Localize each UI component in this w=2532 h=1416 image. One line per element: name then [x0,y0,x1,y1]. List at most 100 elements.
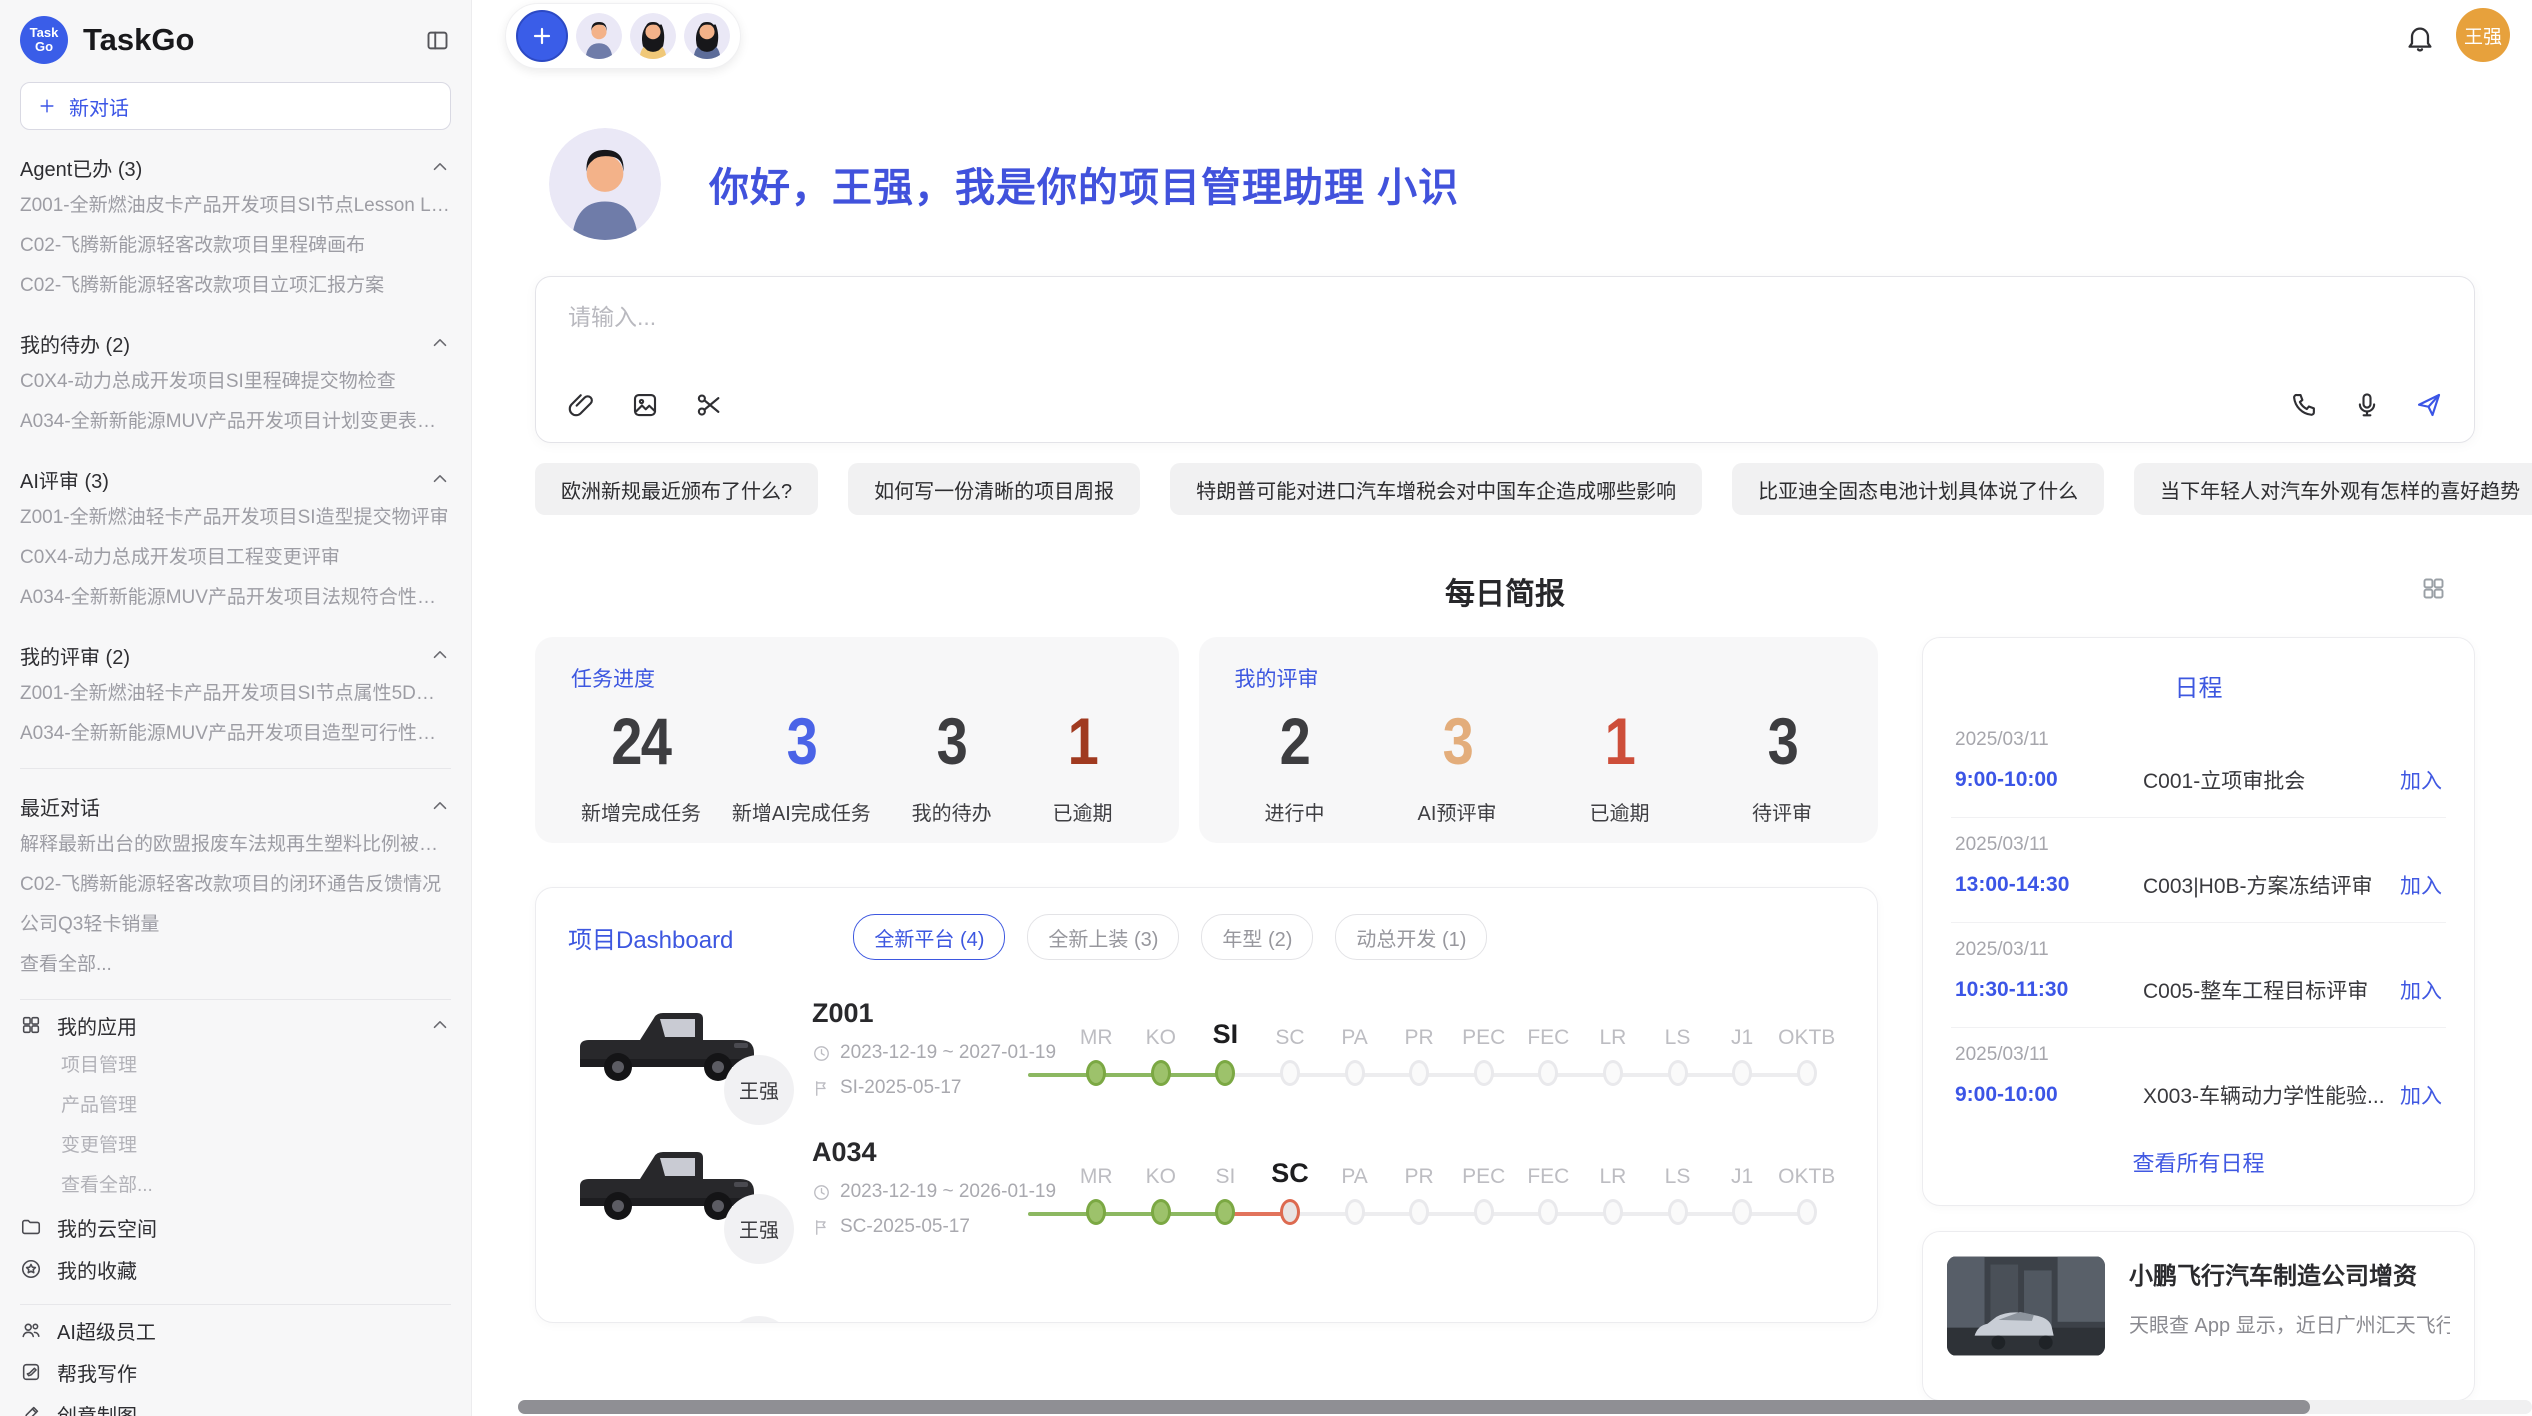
milestone-dot[interactable] [1409,1060,1429,1086]
sidebar-task-item[interactable]: A034-全新新能源MUV产品开发项目法规符合性评审 [20,578,451,618]
recent-conversation-item[interactable]: 公司Q3轻卡销量 [20,905,451,945]
milestone-dot[interactable] [1603,1199,1623,1225]
join-meeting-link[interactable]: 加入 [2400,870,2442,900]
chevron-up-icon[interactable] [429,332,451,354]
project-filter-pill[interactable]: 年型 (2) [1201,914,1313,960]
milestone-dot[interactable] [1215,1199,1235,1225]
session-avatar-2[interactable] [630,13,676,59]
sidebar-item-my-apps[interactable]: 我的应用 [20,1004,451,1046]
sidebar-task-item[interactable]: C02-飞腾新能源轻客改款项目立项汇报方案 [20,266,451,306]
sidebar-task-item[interactable]: C0X4-动力总成开发项目SI里程碑提交物检查 [20,362,451,402]
recent-conversation-item[interactable]: C02-飞腾新能源轻客改款项目的闭环通告反馈情况 [20,865,451,905]
recent-conversation-item[interactable]: 解释最新出台的欧盟报废车法规再生塑料比例被调至15%... [20,825,451,865]
horizontal-scrollbar[interactable] [518,1400,2532,1414]
sidebar-section-header[interactable]: AI评审 (3) [20,460,451,498]
milestone-dot[interactable] [1732,1060,1752,1086]
chevron-up-icon[interactable] [429,468,451,490]
scissors-icon[interactable] [694,390,724,420]
join-meeting-link[interactable]: 加入 [2400,765,2442,795]
sidebar-task-item[interactable]: Z001-全新燃油皮卡产品开发项目SI节点Lesson Learn报告 [20,186,451,226]
join-meeting-link[interactable]: 加入 [2400,1080,2442,1110]
view-all-schedule-link[interactable]: 查看所有日程 [1951,1132,2446,1192]
milestone-dot[interactable] [1668,1060,1688,1086]
suggestion-chip[interactable]: 如何写一份清晰的项目周报 [848,463,1140,515]
new-chat-button[interactable]: 新对话 [20,82,451,130]
news-card[interactable]: 小鹏飞行汽车制造公司增资 天眼查 App 显示，近日广州汇天飞行汽... [1922,1231,2475,1401]
milestone-dot[interactable] [1280,1060,1300,1086]
layout-grid-icon[interactable] [2420,575,2447,602]
chevron-up-icon[interactable] [429,795,451,817]
milestone-dot[interactable] [1797,1199,1817,1225]
milestone-dot[interactable] [1280,1199,1300,1225]
paperclip-icon[interactable] [566,390,596,420]
sidebar-tool-item[interactable]: 创意制图 [20,1393,451,1416]
schedule-time: 13:00-14:30 [1955,873,2143,897]
my-apps-child-item[interactable]: 产品管理 [20,1086,451,1126]
sidebar-tool-item[interactable]: AI超级员工 [20,1309,451,1351]
milestone-dot[interactable] [1086,1060,1106,1086]
milestone-dot[interactable] [1538,1060,1558,1086]
session-avatar-3[interactable] [684,13,730,59]
suggestion-chip[interactable]: 当下年轻人对汽车外观有怎样的喜好趋势 [2134,463,2532,515]
suggestion-chip[interactable]: 特朗普可能对进口汽车增税会对中国车企造成哪些影响 [1170,463,1702,515]
recent-section-header[interactable]: 最近对话 [20,787,451,825]
session-avatar-1[interactable] [576,13,622,59]
sidebar-task-item[interactable]: Z001-全新燃油轻卡产品开发项目SI节点属性5D文件评审 [20,674,451,714]
scrollbar-thumb[interactable] [518,1400,2310,1414]
milestone-dot[interactable] [1474,1199,1494,1225]
chevron-up-icon[interactable] [429,1014,451,1036]
sidebar-section-header[interactable]: 我的待办 (2) [20,324,451,362]
suggestion-chip[interactable]: 比亚迪全固态电池计划具体说了什么 [1732,463,2104,515]
milestone-dot[interactable] [1151,1199,1171,1225]
mic-icon[interactable] [2352,390,2382,420]
write-icon [20,1361,42,1383]
milestone-dot[interactable] [1409,1199,1429,1225]
sidebar-task-item[interactable]: A034-全新新能源MUV产品开发项目造型可行性评审 [20,714,451,754]
milestone-dot[interactable] [1732,1199,1752,1225]
milestone-timeline: MRKOSISCPAPRPECFECLRLSJ1OKTB [1064,1151,1839,1225]
milestone-dot[interactable] [1603,1060,1623,1086]
milestone-dot[interactable] [1474,1060,1494,1086]
milestone-dot[interactable] [1538,1199,1558,1225]
milestone-dot[interactable] [1215,1060,1235,1086]
phone-icon[interactable] [2290,390,2320,420]
collapse-sidebar-icon[interactable] [424,27,451,54]
sidebar-task-item[interactable]: A034-全新新能源MUV产品开发项目计划变更表编写 [20,402,451,442]
sidebar-item-folder[interactable]: 我的云空间 [20,1206,451,1248]
add-session-button[interactable] [516,10,568,62]
project-info: A0342023-12-19 ~ 2026-01-19SC-2025-05-17 [780,1137,1042,1238]
chat-input[interactable] [566,303,2448,332]
user-avatar[interactable]: 王强 [2456,8,2510,62]
milestone-dot[interactable] [1797,1060,1817,1086]
project-filter-pill[interactable]: 全新上装 (3) [1027,914,1179,960]
sidebar-task-item[interactable]: C0X4-动力总成开发项目工程变更评审 [20,538,451,578]
suggestion-chip[interactable]: 欧洲新规最近颁布了什么? [535,463,818,515]
project-code[interactable]: A034 [812,1137,1042,1168]
milestone-dot[interactable] [1345,1199,1365,1225]
sidebar-tool-item[interactable]: 帮我写作 [20,1351,451,1393]
sidebar-section-header[interactable]: Agent已办 (3) [20,148,451,186]
sidebar-task-item[interactable]: Z001-全新燃油轻卡产品开发项目SI造型提交物评审 [20,498,451,538]
send-icon[interactable] [2414,390,2444,420]
logo-line1: Task [30,26,59,40]
my-apps-child-item[interactable]: 变更管理 [20,1126,451,1166]
milestone-dot[interactable] [1668,1199,1688,1225]
milestone-dot[interactable] [1086,1199,1106,1225]
chevron-up-icon[interactable] [429,156,451,178]
my-apps-child-item[interactable]: 查看全部... [20,1166,451,1206]
sidebar-section-header[interactable]: 我的评审 (2) [20,636,451,674]
join-meeting-link[interactable]: 加入 [2400,975,2442,1005]
sidebar-item-star[interactable]: 我的收藏 [20,1248,451,1290]
project-filter-pill[interactable]: 全新平台 (4) [853,914,1005,960]
image-icon[interactable] [630,390,660,420]
recent-conversation-item[interactable]: 查看全部... [20,945,451,985]
sidebar-task-item[interactable]: C02-飞腾新能源轻客改款项目里程碑画布 [20,226,451,266]
milestone-dot[interactable] [1345,1060,1365,1086]
chevron-up-icon[interactable] [429,644,451,666]
my-apps-child-item[interactable]: 项目管理 [20,1046,451,1086]
right-column: 日程 2025/03/119:00-10:00C001-立项审批会加入2025/… [1922,637,2475,1401]
project-filter-pill[interactable]: 动总开发 (1) [1335,914,1487,960]
milestone-dot[interactable] [1151,1060,1171,1086]
project-code[interactable]: Z001 [812,998,1042,1029]
notification-bell-icon[interactable] [2404,22,2436,54]
